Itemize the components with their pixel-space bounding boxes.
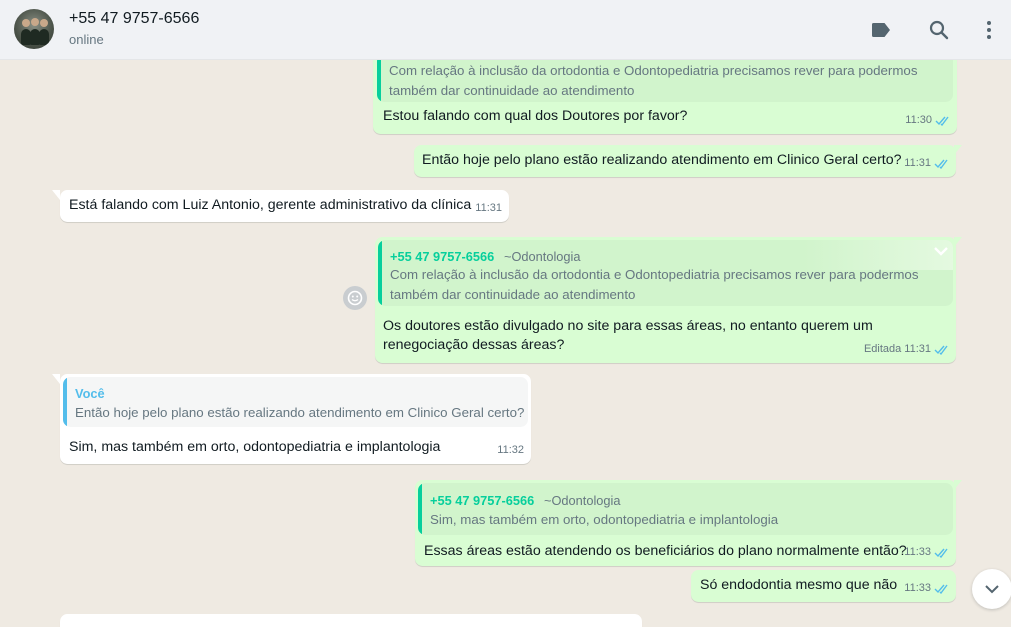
edited-label: Editada — [863, 343, 902, 355]
message-text: Sim, mas também em orto, odontopediatria… — [69, 439, 441, 455]
bubble-tail — [52, 374, 60, 384]
quoted-text-line: Então hoje pelo plano estão realizando a… — [75, 405, 525, 420]
message-text: Está falando com Luiz Antonio, gerente a… — [69, 197, 472, 213]
message-time: 11:33 — [904, 546, 931, 558]
message-meta: Editada 11:31 — [864, 340, 950, 359]
message-time: 11:33 — [904, 582, 931, 594]
menu-icon[interactable] — [977, 18, 1001, 42]
chat-area[interactable]: Com relação à inclusão da ortodontia e O… — [0, 60, 1011, 627]
message-bubble-incoming[interactable]: Você Então hoje pelo plano estão realiza… — [60, 374, 531, 464]
bubble-menu-gradient — [803, 240, 953, 270]
bubble-tail — [954, 237, 962, 247]
read-ticks-icon — [934, 548, 948, 558]
quoted-message[interactable]: +55 47 9757-6566 ~Odontologia Sim, mas t… — [418, 483, 953, 535]
message-text: renegociação dessas áreas? — [383, 337, 565, 353]
bubble-tail — [954, 145, 962, 155]
quoted-text-line: também dar continuidade ao atendimento — [390, 287, 636, 302]
bubble-tail — [954, 480, 962, 490]
message-text: Só endodontia mesmo que não — [700, 577, 898, 593]
message-meta: 11:32 — [497, 441, 524, 460]
quoted-message[interactable]: Com relação à inclusão da ortodontia e O… — [377, 60, 953, 102]
message-bubble-outgoing[interactable]: Só endodontia mesmo que não 11:33 — [691, 570, 956, 602]
read-ticks-icon — [934, 584, 948, 594]
message-meta: 11:31 — [904, 154, 950, 173]
quoted-text-line: também dar continuidade ao atendimento — [389, 83, 635, 98]
message-bubble-incoming[interactable]: Está falando com Luiz Antonio, gerente a… — [60, 190, 509, 222]
quoted-text-line: Com relação à inclusão da ortodontia e O… — [389, 63, 918, 78]
quoted-group: ~Odontologia — [544, 493, 621, 508]
chevron-down-icon[interactable] — [932, 244, 950, 258]
label-icon[interactable] — [869, 18, 893, 42]
message-meta: 11:30 — [905, 111, 951, 130]
message-meta: 11:31 — [475, 199, 502, 218]
message-time: 11:31 — [475, 202, 502, 214]
search-icon[interactable] — [927, 18, 951, 42]
quoted-group: ~Odontologia — [504, 249, 581, 264]
message-text: Então hoje pelo plano estão realizando a… — [422, 152, 902, 168]
read-ticks-icon — [934, 345, 948, 355]
message-bubble-incoming[interactable] — [60, 614, 642, 627]
message-meta: 11:33 — [904, 579, 950, 598]
contact-name[interactable]: +55 47 9757-6566 — [69, 10, 199, 28]
quoted-message[interactable]: +55 47 9757-6566 ~Odontologia Com relaçã… — [378, 240, 953, 306]
bubble-tail — [52, 190, 60, 200]
message-bubble-outgoing[interactable]: +55 47 9757-6566 ~Odontologia Com relaçã… — [375, 237, 956, 363]
message-bubble-outgoing[interactable]: +55 47 9757-6566 ~Odontologia Sim, mas t… — [415, 480, 956, 566]
message-bubble-outgoing[interactable]: Então hoje pelo plano estão realizando a… — [414, 145, 956, 177]
message-time: 11:31 — [904, 157, 931, 169]
message-text: Estou falando com qual dos Doutores por … — [383, 108, 688, 124]
contact-avatar[interactable] — [14, 9, 54, 49]
message-text: Essas áreas estão atendendo os beneficiá… — [424, 543, 907, 559]
message-bubble-outgoing[interactable]: Com relação à inclusão da ortodontia e O… — [373, 60, 957, 134]
message-time: 11:30 — [905, 114, 932, 126]
message-time: 11:32 — [497, 444, 524, 456]
message-text: Os doutores estão divulgado no site para… — [383, 318, 873, 334]
scroll-to-bottom-button[interactable] — [972, 569, 1011, 609]
quoted-message[interactable]: Você Então hoje pelo plano estão realiza… — [63, 377, 528, 427]
chat-header: +55 47 9757-6566 online — [0, 0, 1011, 60]
read-ticks-icon — [934, 159, 948, 169]
message-meta: 11:33 — [904, 543, 950, 562]
quoted-author: Você — [75, 386, 105, 401]
contact-status: online — [69, 32, 104, 47]
quoted-author: +55 47 9757-6566 — [430, 493, 535, 508]
react-emoji-icon[interactable] — [343, 286, 367, 310]
message-time: 11:31 — [904, 343, 931, 355]
read-ticks-icon — [935, 116, 949, 126]
chevron-down-icon — [985, 585, 999, 594]
quoted-author: +55 47 9757-6566 — [390, 249, 495, 264]
quoted-text-line: Sim, mas também em orto, odontopediatria… — [430, 512, 779, 527]
